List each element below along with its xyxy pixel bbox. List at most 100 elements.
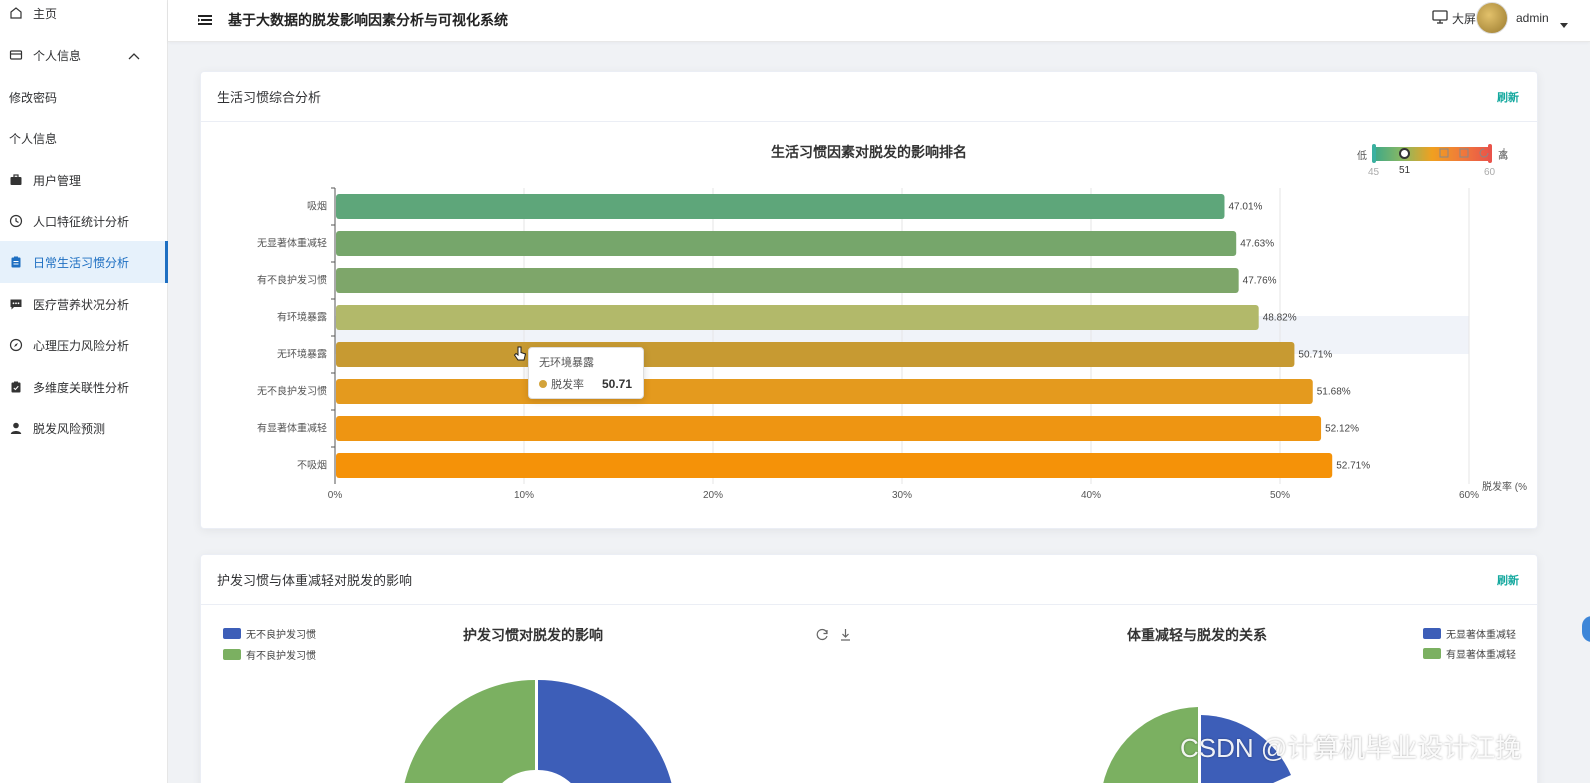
bar[interactable] [336, 453, 1333, 478]
bar[interactable] [336, 342, 1295, 367]
clock-icon [9, 214, 23, 228]
sidebar-item-profile-group[interactable]: 个人信息 [0, 34, 168, 76]
legend-item[interactable]: 无不良护发习惯 [223, 626, 316, 641]
sidebar-item-correlation[interactable]: 多维度关联性分析 [0, 366, 168, 408]
sidebar-item-personal-info[interactable]: 个人信息 [0, 117, 168, 159]
bar-value-label: 47.01% [1228, 202, 1262, 213]
avatar[interactable] [1476, 2, 1508, 34]
sidebar-item-label: 医疗营养状况分析 [33, 297, 130, 312]
x-tick-label: 60% [1459, 490, 1479, 501]
sidebar-item-label: 个人信息 [9, 131, 58, 146]
y-category-label: 无环境暴露 [277, 348, 327, 361]
bar-value-label: 52.12% [1325, 424, 1359, 435]
bar[interactable] [336, 305, 1259, 330]
bar-value-label: 47.63% [1240, 239, 1274, 250]
system-title: 基于大数据的脱发影响因素分析与可视化系统 [228, 12, 508, 28]
sidebar-item-change-password[interactable]: 修改密码 [0, 76, 168, 118]
tooltip-value: 50.71 [602, 377, 633, 391]
tooltip-dot [539, 380, 547, 388]
y-category-label: 无显著体重减轻 [257, 237, 327, 250]
legend-swatch [1423, 628, 1441, 639]
legend-item[interactable]: 有不良护发习惯 [223, 647, 316, 662]
bar-value-label: 50.71% [1298, 350, 1332, 361]
bar[interactable] [336, 379, 1313, 404]
lifestyle-analysis-card: 生活习惯综合分析 刷新 生活习惯因素对脱发的影响排名 低 高 45 51 60 … [200, 71, 1538, 529]
sidebar-item-medical-nutrition[interactable]: 医疗营养状况分析 [0, 283, 168, 325]
download-icon[interactable] [838, 627, 853, 642]
sidebar-item-demographics[interactable]: 人口特征统计分析 [0, 200, 168, 242]
sidebar-item-label: 心理压力风险分析 [33, 338, 130, 353]
user-icon [9, 421, 23, 435]
bars-layer: 0% 10% 20% 30% 40% 50% 60% 吸烟 47.01% 无显著体重减轻 47.63… [257, 187, 1479, 501]
card-header: 护发习惯与体重减轻对脱发的影响 刷新 [201, 555, 1537, 605]
sidebar-item-label: 修改密码 [9, 90, 58, 105]
bar-value-label: 48.82% [1263, 313, 1297, 324]
clipboard-check-icon [9, 380, 23, 394]
sidebar-item-label: 日常生活习惯分析 [33, 255, 130, 270]
pie-left-toolbox [815, 627, 853, 642]
y-category-label: 吸烟 [307, 200, 327, 213]
sidebar: 主页 个人信息 修改密码 个人信息 用户管理 人口特征统计分析 日常生活习惯分析… [0, 0, 168, 783]
card-title: 护发习惯与体重减轻对脱发的影响 [217, 573, 413, 588]
user-name[interactable]: admin [1516, 11, 1549, 25]
bar-value-label: 52.71% [1336, 461, 1370, 472]
message-icon [9, 297, 23, 311]
x-tick-label: 30% [892, 490, 912, 501]
pie-left-slice-2[interactable] [401, 680, 535, 783]
y-category-label: 有显著体重减轻 [257, 422, 327, 435]
big-screen-label: 大屏 [1452, 12, 1477, 26]
bar[interactable] [336, 231, 1237, 256]
sidebar-item-label: 人口特征统计分析 [33, 214, 130, 229]
home-icon [9, 6, 23, 20]
hand-cursor-icon [513, 346, 527, 369]
side-panel-handle[interactable] [1582, 616, 1590, 642]
sidebar-item-risk-prediction[interactable]: 脱发风险预测 [0, 407, 168, 449]
compass-icon [9, 338, 23, 352]
chevron-up-icon [128, 49, 140, 63]
legend-swatch [223, 649, 241, 660]
bar[interactable] [336, 416, 1322, 441]
card-icon [9, 48, 23, 62]
big-screen-button[interactable]: 大屏 [1432, 10, 1476, 27]
top-header: 基于大数据的脱发影响因素分析与可视化系统 大屏 admin [168, 0, 1590, 42]
sidebar-item-user-management[interactable]: 用户管理 [0, 159, 168, 201]
watermark: CSDN @计算机毕业设计江挽 [1180, 733, 1522, 763]
sidebar-item-label: 主页 [33, 6, 58, 21]
menu-toggle-icon[interactable] [198, 13, 212, 27]
x-tick-label: 0% [328, 490, 343, 501]
caret-down-icon[interactable] [1560, 16, 1568, 34]
legend-item[interactable]: 无显著体重减轻 [1423, 626, 1516, 641]
sidebar-item-label: 多维度关联性分析 [33, 380, 130, 395]
y-category-label: 无不良护发习惯 [257, 385, 327, 398]
x-tick-label: 10% [514, 490, 534, 501]
bar[interactable] [336, 268, 1239, 293]
tooltip-series: 脱发率 [551, 379, 584, 391]
x-axis-name: 脱发率 (% [1482, 482, 1527, 493]
legend-swatch [1423, 648, 1441, 659]
tooltip-title: 无环境暴露 [539, 357, 594, 369]
y-category-label: 不吸烟 [297, 459, 327, 472]
pie-left-slice-1[interactable] [538, 680, 676, 783]
sidebar-item-stress-risk[interactable]: 心理压力风险分析 [0, 324, 168, 366]
legend-item[interactable]: 有显著体重减轻 [1423, 646, 1516, 661]
bar-chart: 生活习惯因素对脱发的影响排名 低 高 45 51 60 0% 10% 20% 30% 4… [201, 72, 1539, 530]
monitor-icon [1432, 10, 1448, 27]
bar-value-label: 51.68% [1317, 387, 1351, 398]
refresh-button[interactable]: 刷新 [1497, 572, 1519, 588]
legend-label: 无不良护发习惯 [246, 630, 316, 641]
y-category-label: 有环境暴露 [277, 311, 327, 324]
bar-value-label: 47.76% [1243, 276, 1277, 287]
pie-right-title: 体重减轻与脱发的关系 [1127, 627, 1267, 643]
briefcase-icon [9, 173, 23, 187]
refresh-icon[interactable] [815, 627, 830, 642]
legend-label: 无显著体重减轻 [1446, 630, 1516, 641]
y-category-label: 有不良护发习惯 [257, 274, 327, 287]
sidebar-item-daily-habits[interactable]: 日常生活习惯分析 [0, 241, 168, 283]
sidebar-item-label: 个人信息 [33, 48, 82, 63]
bar[interactable] [336, 194, 1225, 219]
sidebar-item-home[interactable]: 主页 [0, 0, 168, 34]
legend-label: 有不良护发习惯 [246, 651, 316, 662]
legend-label: 有显著体重减轻 [1446, 650, 1516, 661]
x-tick-label: 20% [703, 490, 723, 501]
sidebar-item-label: 脱发风险预测 [33, 421, 106, 436]
